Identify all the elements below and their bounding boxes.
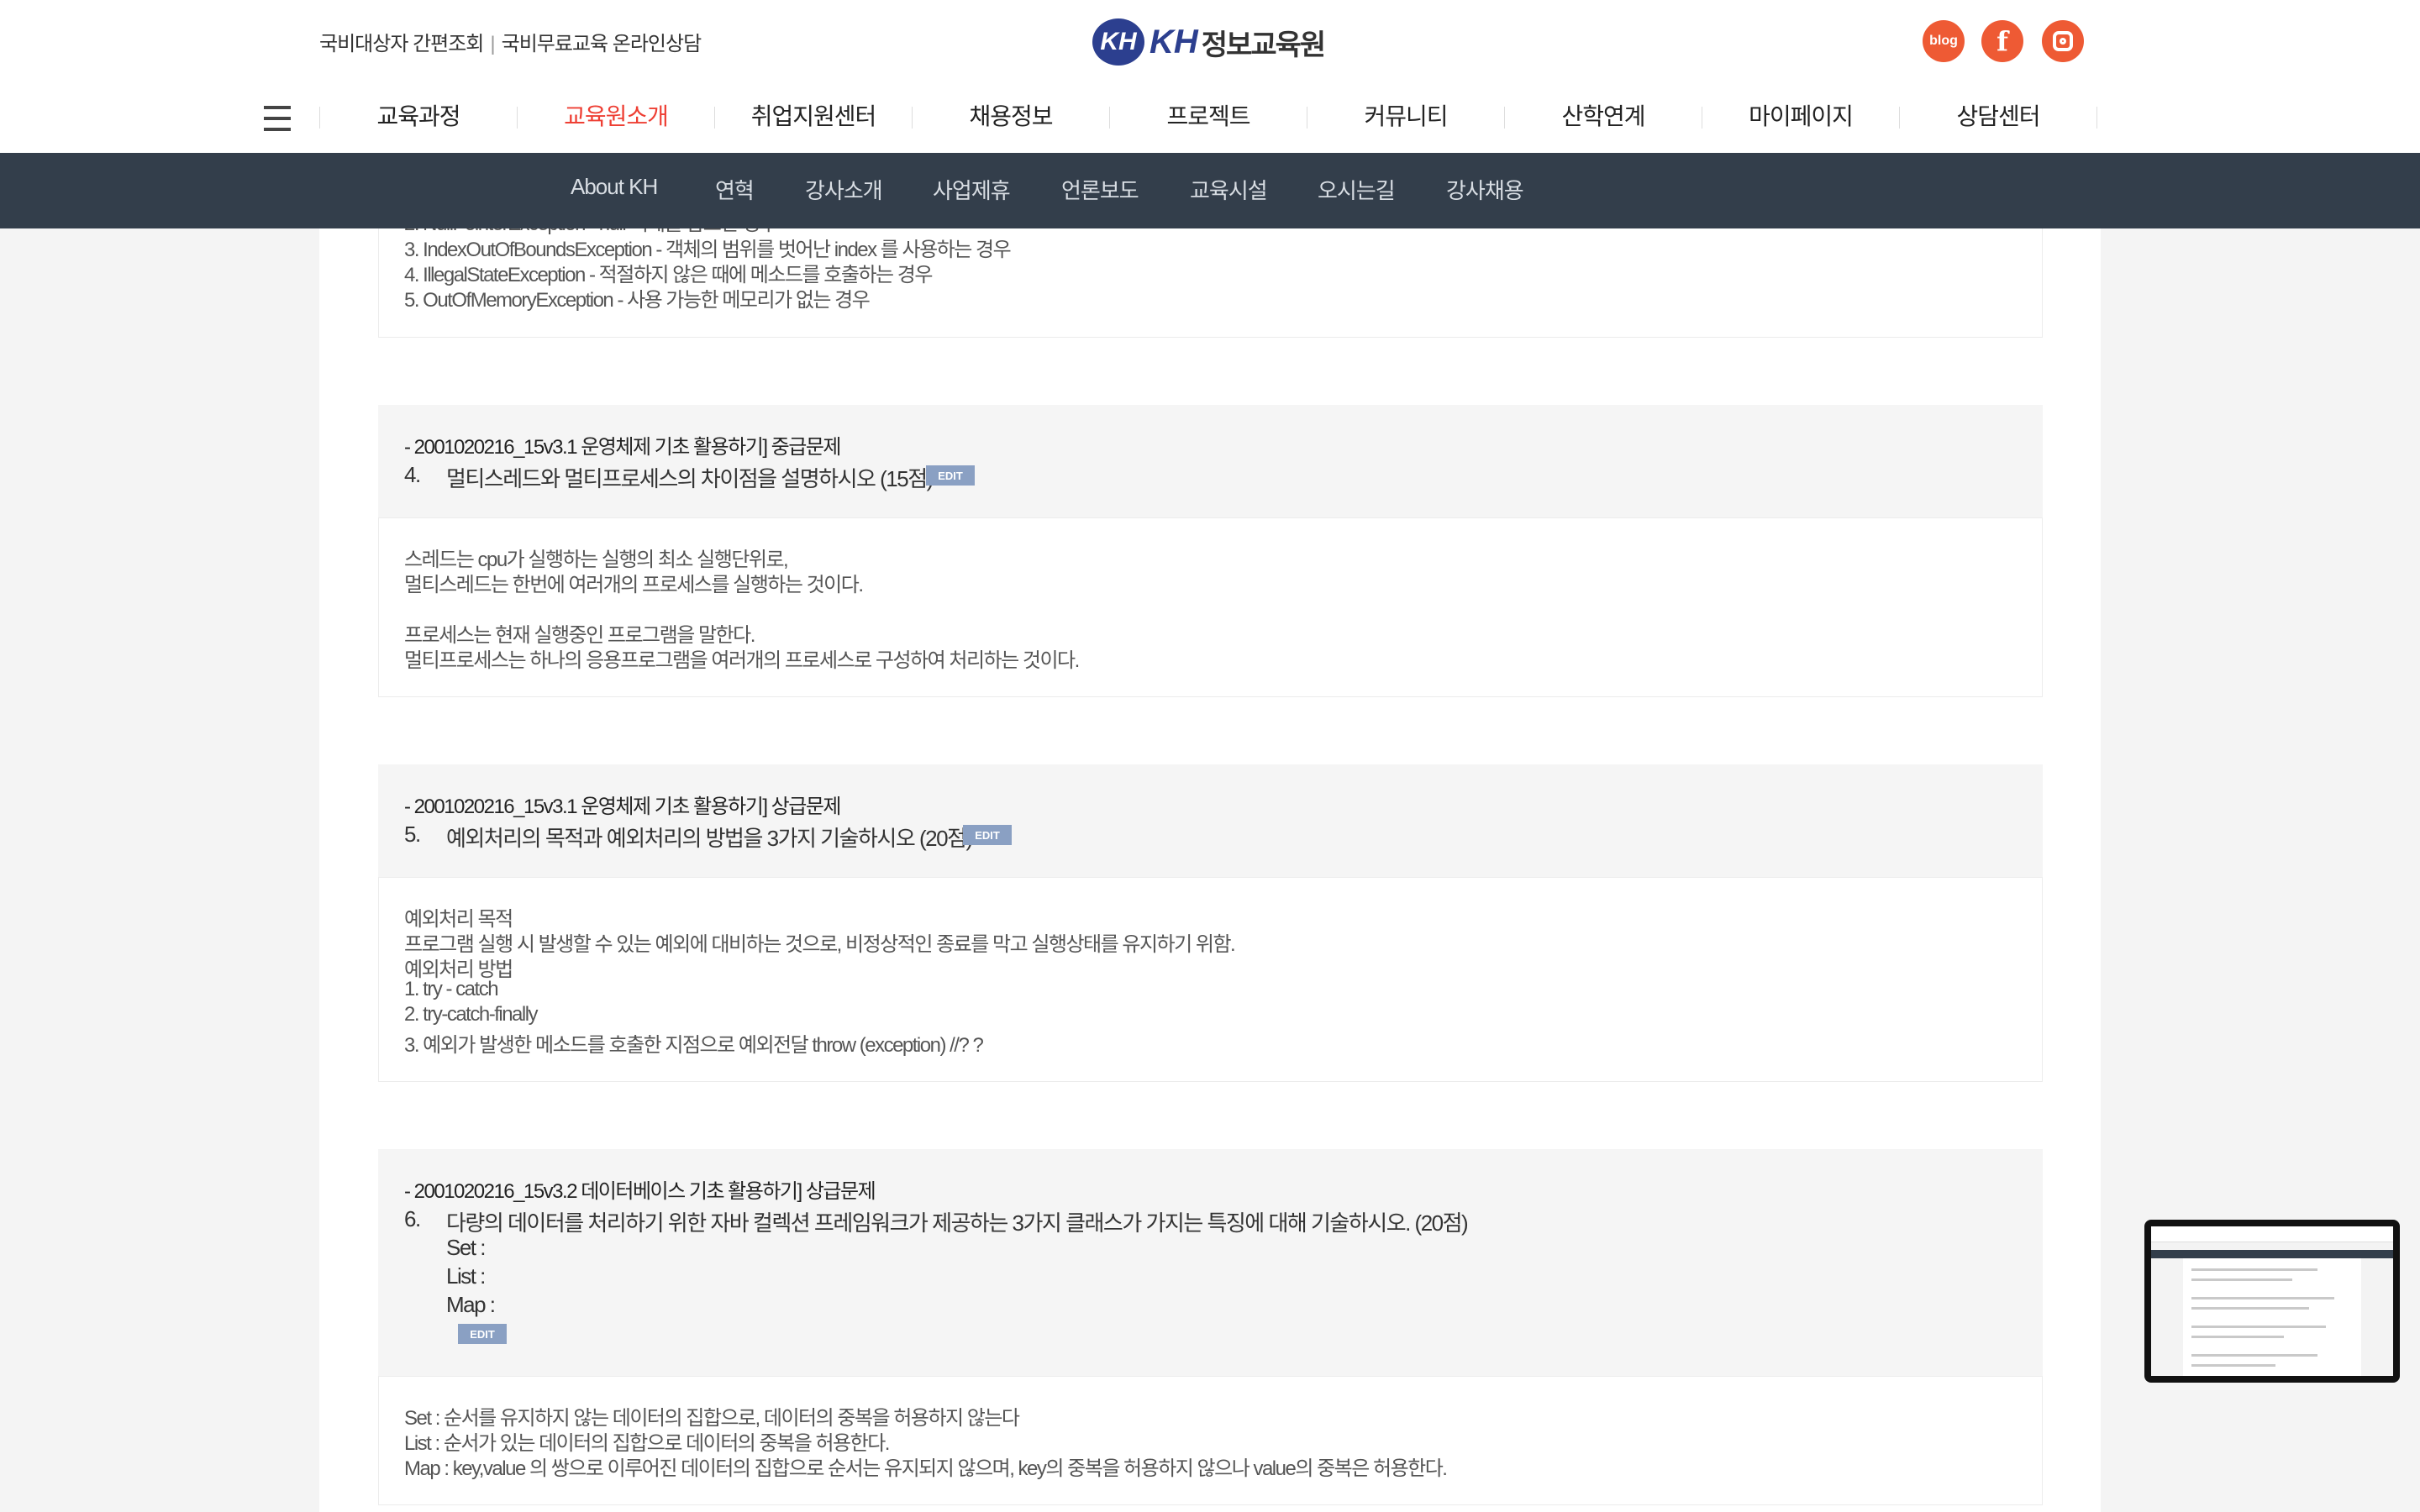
page-thumbnail-preview[interactable] xyxy=(2144,1220,2400,1383)
answer-line: 3. 예외가 발생한 메소드를 호출한 지점으로 예외전달 throw (exc… xyxy=(404,1034,984,1057)
answer-line: 5. OutOfMemoryException - 사용 가능한 메모리가 없는… xyxy=(404,289,871,312)
nav-item-mypage[interactable]: 마이페이지 xyxy=(1702,98,1899,132)
edit-button[interactable]: EDIT xyxy=(963,825,1012,845)
answer-line: 2. try-catch-finally xyxy=(404,1003,539,1026)
answer-line: 멀티프로세스는 하나의 응용프로그램을 여러개의 프로세스로 구성하여 처리하는… xyxy=(404,649,1080,672)
kh-logo-kh: KH xyxy=(1150,23,1198,60)
answer-line: 멀티스레드는 한번에 여러개의 프로세스를 실행하는 것이다. xyxy=(404,574,864,596)
question-number: 6. xyxy=(404,1206,421,1231)
question-header-5 xyxy=(378,764,2043,877)
link-gukbi-lookup[interactable]: 국비대상자 간편조회 xyxy=(319,27,484,56)
nav-item-about[interactable]: 교육원소개 xyxy=(518,98,714,132)
question-number: 5. xyxy=(404,822,421,847)
instagram-icon[interactable] xyxy=(2042,20,2084,62)
subnav-directions[interactable]: 오시는길 xyxy=(1318,174,1396,205)
kh-logo-name: 정보교육원 xyxy=(1201,29,1326,61)
question-category: - 2001020216_15v3.1 운영체제 기초 활용하기] 중급문제 xyxy=(404,436,842,459)
link-separator: | xyxy=(490,33,495,55)
question-text: 예외처리의 목적과 예외처리의 방법을 3가지 기술하시오 (20점) xyxy=(446,826,973,851)
nav-item-consult[interactable]: 상담센터 xyxy=(1900,98,2096,132)
camera-glyph xyxy=(2053,31,2073,51)
subnav-history[interactable]: 연혁 xyxy=(715,174,755,205)
subnav-press[interactable]: 언론보도 xyxy=(1061,174,1139,205)
question-number: 4. xyxy=(404,462,421,487)
nav-item-projects[interactable]: 프로젝트 xyxy=(1110,98,1307,132)
question-subitem: Map : xyxy=(446,1292,496,1317)
nav-item-community[interactable]: 커뮤니티 xyxy=(1307,98,1504,132)
thumbnail-screen xyxy=(2151,1226,2393,1376)
answer-line: 1. try - catch xyxy=(404,978,499,1000)
kh-logo[interactable]: KH KH 정보교육원 xyxy=(1092,17,1326,67)
edit-button[interactable]: EDIT xyxy=(926,465,975,486)
kh-logo-mark: KH xyxy=(1092,18,1144,66)
top-header: 국비대상자 간편조회 | 국비무료교육 온라인상담 KH KH 정보교육원 blog… xyxy=(0,0,2420,85)
question-text: 다량의 데이터를 처리하기 위한 자바 컬렉션 프레임워크가 제공하는 3가지 … xyxy=(446,1210,1469,1236)
blog-icon[interactable]: blog xyxy=(1923,20,1965,62)
answer-line: Map : key,value 의 쌍으로 이루어진 데이터의 집합으로 순서는… xyxy=(404,1457,1448,1480)
nav-item-industry[interactable]: 산학연계 xyxy=(1505,98,1702,132)
nav-divider xyxy=(2096,107,2097,129)
question-text: 멀티스레드와 멀티프로세스의 차이점을 설명하시오 (15점) xyxy=(446,466,934,491)
subnav-partnership[interactable]: 사업제휴 xyxy=(933,174,1011,205)
subnav-instructors[interactable]: 강사소개 xyxy=(805,174,883,205)
question-category: - 2001020216_15v3.2 데이터베이스 기초 활용하기] 상급문제 xyxy=(404,1180,876,1203)
facebook-icon[interactable]: f xyxy=(1981,20,2023,62)
question-header-4 xyxy=(378,405,2043,517)
subnav-about-kh[interactable]: About KH xyxy=(571,174,658,200)
question-category: - 2001020216_15v3.1 운영체제 기초 활용하기] 상급문제 xyxy=(404,795,842,818)
subnav-hiring[interactable]: 강사채용 xyxy=(1446,174,1524,205)
subnav-facilities[interactable]: 교육시설 xyxy=(1190,174,1268,205)
top-links: 국비대상자 간편조회 | 국비무료교육 온라인상담 xyxy=(319,27,702,56)
nav-item-courses[interactable]: 교육과정 xyxy=(320,98,517,132)
question-subitem: Set : xyxy=(446,1235,486,1260)
nav-item-career-center[interactable]: 취업지원센터 xyxy=(715,98,912,132)
link-online-consult[interactable]: 국비무료교육 온라인상담 xyxy=(502,27,702,56)
edit-button[interactable]: EDIT xyxy=(458,1324,507,1344)
question-subitem: List : xyxy=(446,1263,486,1289)
nav-item-jobs[interactable]: 채용정보 xyxy=(913,98,1109,132)
answer-line: 프로그램 실행 시 발생할 수 있는 예외에 대비하는 것으로, 비정상적인 종… xyxy=(404,933,1236,956)
hamburger-menu-icon[interactable] xyxy=(264,106,291,131)
